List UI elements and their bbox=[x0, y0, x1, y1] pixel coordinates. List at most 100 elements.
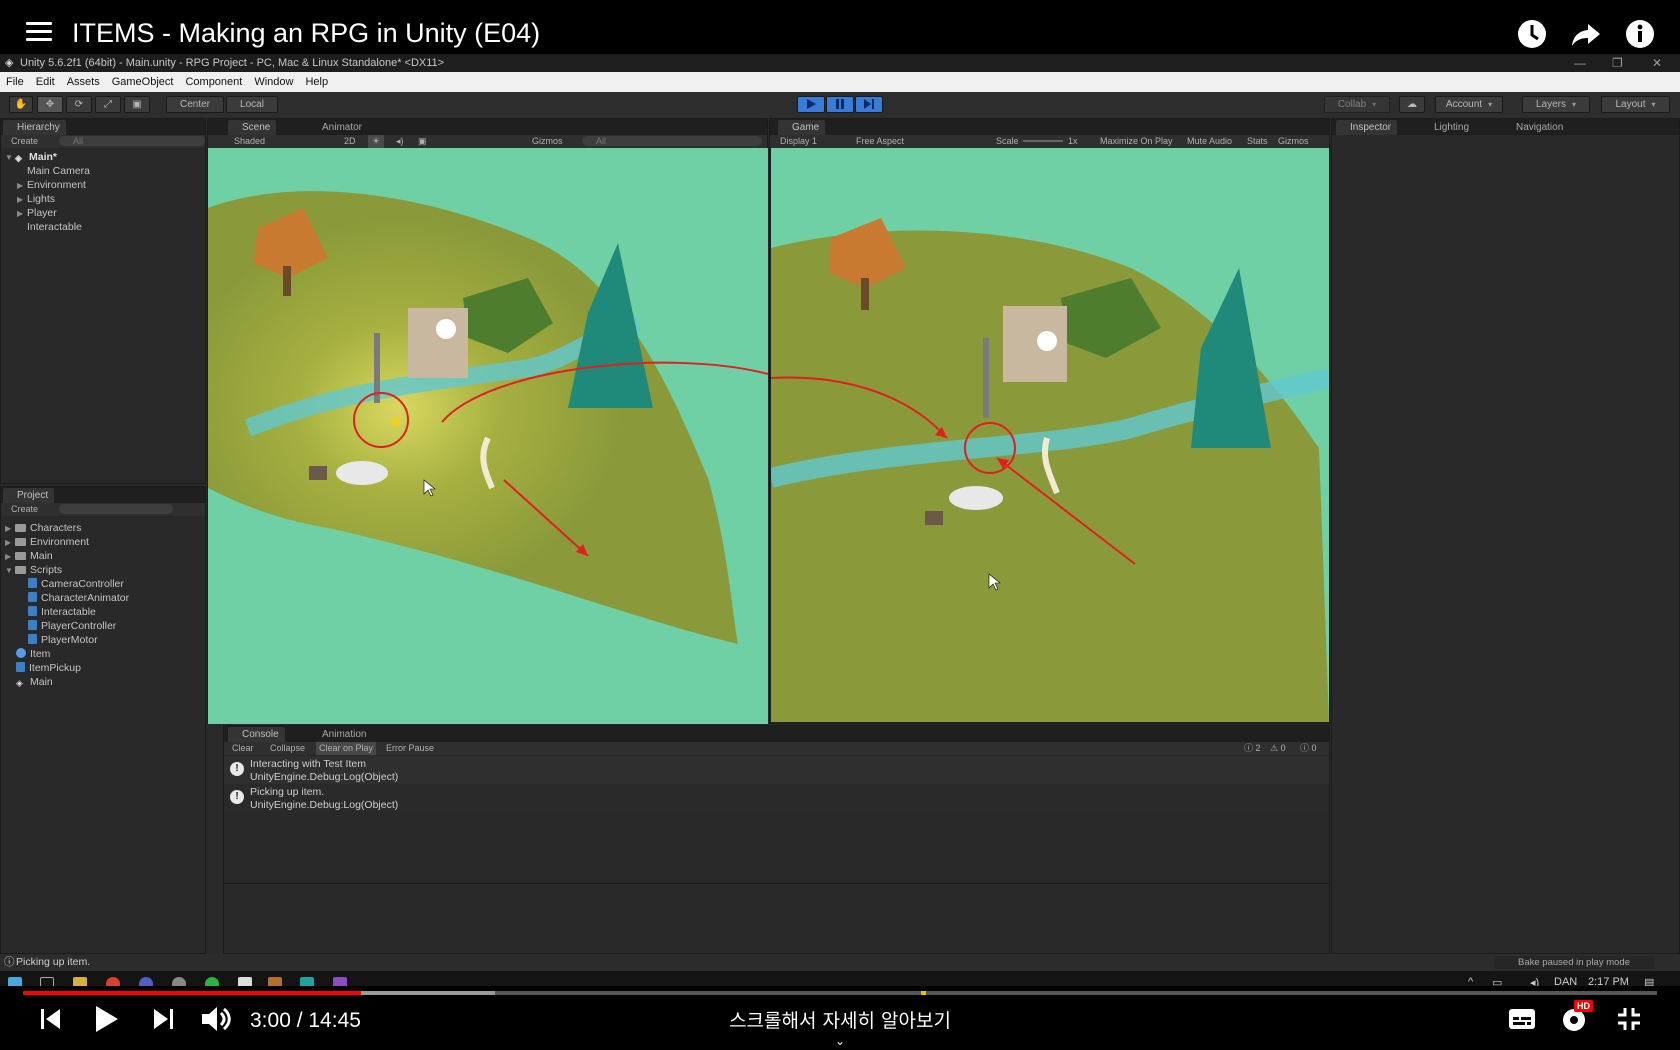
tab-console[interactable]: Console bbox=[228, 727, 285, 742]
project-create-button[interactable]: Create bbox=[11, 503, 38, 516]
tab-scene[interactable]: Scene bbox=[228, 120, 277, 135]
shading-dropdown[interactable]: Shaded bbox=[234, 135, 265, 148]
project-script[interactable]: CharacterAnimator bbox=[1, 591, 205, 605]
project-script[interactable]: PlayerController bbox=[1, 619, 205, 633]
effects-toggle-icon[interactable]: ▣ bbox=[418, 135, 427, 148]
display-dropdown[interactable]: Display 1 bbox=[780, 135, 817, 148]
project-asset[interactable]: ItemPickup bbox=[1, 661, 205, 675]
scene-search-input[interactable]: All bbox=[582, 136, 762, 146]
menu-file[interactable]: File bbox=[0, 72, 30, 92]
tab-navigation[interactable]: Navigation bbox=[1502, 120, 1569, 135]
tab-lighting[interactable]: Lighting bbox=[1420, 120, 1475, 135]
video-title[interactable]: ITEMS - Making an RPG in Unity (E04) bbox=[72, 18, 540, 49]
scene-gizmos-dropdown[interactable]: Gizmos bbox=[532, 135, 563, 148]
expand-arrow-icon[interactable]: ▶ bbox=[5, 550, 15, 564]
project-script[interactable]: PlayerMotor bbox=[1, 633, 205, 647]
tab-game[interactable]: Game bbox=[778, 120, 826, 135]
scroll-hint[interactable]: 스크롤해서 자세히 알아보기 ⌄ bbox=[0, 1006, 1680, 1047]
expand-arrow-icon[interactable]: ▶ bbox=[17, 207, 27, 221]
menu-gameobject[interactable]: GameObject bbox=[106, 72, 180, 92]
collab-dropdown[interactable]: Collab bbox=[1324, 96, 1390, 113]
expand-arrow-icon[interactable]: ▼ bbox=[5, 564, 15, 578]
tab-inspector[interactable]: Inspector bbox=[1336, 120, 1398, 135]
project-folder[interactable]: ▶ Main bbox=[1, 549, 205, 563]
game-viewport[interactable] bbox=[771, 148, 1329, 722]
hierarchy-item[interactable]: Interactable bbox=[1, 220, 205, 234]
audio-toggle-icon[interactable]: ◂) bbox=[396, 135, 404, 148]
hierarchy-search-input[interactable]: All bbox=[59, 136, 205, 146]
hierarchy-item[interactable]: ▶ Player bbox=[1, 206, 205, 220]
project-toolbar: Create bbox=[1, 503, 205, 516]
restore-icon[interactable]: ❐ bbox=[1612, 54, 1623, 72]
rect-tool-icon[interactable]: ▣ bbox=[124, 96, 150, 113]
hierarchy-create-button[interactable]: Create bbox=[11, 135, 38, 148]
error-pause-toggle[interactable]: Error Pause bbox=[386, 742, 434, 755]
tab-hierarchy[interactable]: Hierarchy bbox=[3, 120, 66, 135]
maximize-on-play-toggle[interactable]: Maximize On Play bbox=[1100, 135, 1173, 148]
progress-bar[interactable] bbox=[23, 991, 1657, 995]
project-folder[interactable]: ▼ Scripts bbox=[1, 563, 205, 577]
project-script[interactable]: Interactable bbox=[1, 605, 205, 619]
project-search-input[interactable] bbox=[59, 504, 173, 514]
scene-viewport[interactable] bbox=[208, 148, 768, 724]
step-button[interactable] bbox=[855, 96, 883, 113]
pivot-local-button[interactable]: Local bbox=[226, 96, 278, 113]
project-script[interactable]: CameraController bbox=[1, 577, 205, 591]
scene-root[interactable]: ▼ ◈ Main* bbox=[1, 150, 205, 164]
menu-edit[interactable]: Edit bbox=[30, 72, 61, 92]
expand-arrow-icon[interactable]: ▶ bbox=[5, 536, 15, 550]
scale-tool-icon[interactable]: ⤢ bbox=[95, 96, 121, 113]
aspect-dropdown[interactable]: Free Aspect bbox=[856, 135, 904, 148]
hierarchy-item[interactable]: ▶ Lights bbox=[1, 192, 205, 206]
error-count-toggle[interactable]: ⓘ 0 bbox=[1300, 742, 1317, 755]
clear-on-play-toggle[interactable]: Clear on Play bbox=[316, 742, 377, 755]
info-icon[interactable] bbox=[1624, 18, 1656, 50]
exit-fullscreen-icon[interactable] bbox=[1616, 1006, 1642, 1032]
move-tool-icon[interactable]: ✥ bbox=[37, 96, 63, 113]
close-icon[interactable]: ✕ bbox=[1652, 54, 1662, 72]
account-dropdown[interactable]: Account bbox=[1435, 96, 1503, 113]
mode-2d-toggle[interactable]: 2D bbox=[344, 135, 356, 148]
menu-assets[interactable]: Assets bbox=[61, 72, 106, 92]
mute-audio-toggle[interactable]: Mute Audio bbox=[1187, 135, 1232, 148]
expand-arrow-icon[interactable]: ▼ bbox=[5, 151, 15, 165]
minimize-icon[interactable]: — bbox=[1574, 54, 1586, 72]
rotate-tool-icon[interactable]: ⟳ bbox=[66, 96, 92, 113]
expand-arrow-icon[interactable]: ▶ bbox=[17, 193, 27, 207]
project-asset[interactable]: Item bbox=[1, 647, 205, 661]
game-gizmos-dropdown[interactable]: Gizmos bbox=[1278, 135, 1309, 148]
pause-button[interactable] bbox=[826, 96, 854, 113]
stats-toggle[interactable]: Stats bbox=[1247, 135, 1268, 148]
hand-tool-icon[interactable]: ✋ bbox=[9, 96, 33, 113]
warning-count-toggle[interactable]: ⚠ 0 bbox=[1270, 742, 1286, 755]
project-folder[interactable]: ▶ Characters bbox=[1, 521, 205, 535]
menu-icon[interactable] bbox=[26, 22, 52, 42]
hierarchy-item[interactable]: ▶ Environment bbox=[1, 178, 205, 192]
expand-arrow-icon[interactable]: ▶ bbox=[17, 179, 27, 193]
tab-project[interactable]: Project bbox=[3, 488, 55, 503]
console-entry[interactable]: ! Picking up item. UnityEngine.Debug:Log… bbox=[224, 784, 1329, 812]
collapse-button[interactable]: Collapse bbox=[270, 742, 305, 755]
hierarchy-item[interactable]: Main Camera bbox=[1, 164, 205, 178]
share-icon[interactable] bbox=[1570, 18, 1602, 50]
tab-animation[interactable]: Animation bbox=[308, 727, 372, 742]
cloud-icon[interactable]: ☁ bbox=[1399, 96, 1425, 113]
project-asset[interactable]: ◈ Main bbox=[1, 675, 205, 689]
project-folder[interactable]: ▶ Environment bbox=[1, 535, 205, 549]
expand-arrow-icon[interactable]: ▶ bbox=[5, 522, 15, 536]
layout-dropdown[interactable]: Layout bbox=[1601, 96, 1670, 113]
menu-component[interactable]: Component bbox=[179, 72, 248, 92]
subtitles-icon[interactable] bbox=[1508, 1008, 1536, 1030]
menu-window[interactable]: Window bbox=[248, 72, 299, 92]
clear-button[interactable]: Clear bbox=[232, 742, 254, 755]
tab-animator[interactable]: Animator bbox=[308, 120, 368, 135]
layers-dropdown[interactable]: Layers bbox=[1522, 96, 1590, 113]
play-button[interactable] bbox=[797, 96, 825, 113]
lighting-toggle-icon[interactable]: ☀ bbox=[368, 135, 385, 148]
scale-slider[interactable] bbox=[1023, 140, 1063, 142]
watch-later-icon[interactable] bbox=[1516, 18, 1548, 50]
log-count-toggle[interactable]: ⓘ 2 bbox=[1244, 742, 1261, 755]
pivot-center-button[interactable]: Center bbox=[166, 96, 224, 113]
menu-help[interactable]: Help bbox=[299, 72, 334, 92]
console-entry[interactable]: ! Interacting with Test Item UnityEngine… bbox=[224, 756, 1329, 784]
